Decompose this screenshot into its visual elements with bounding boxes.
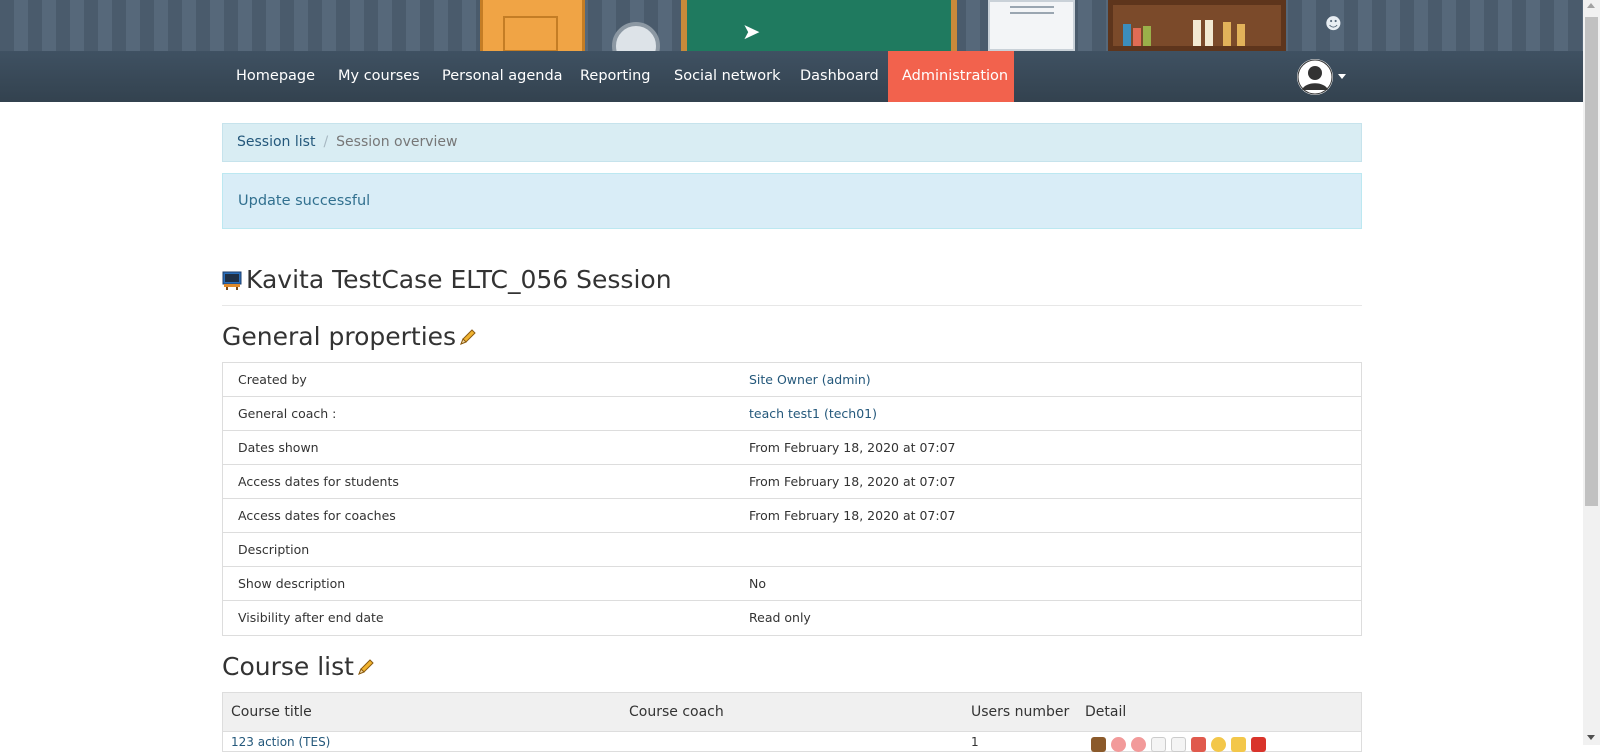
nav-my-courses[interactable]: My courses [324, 51, 434, 102]
column-header-users-number: Users number [971, 704, 1070, 720]
nav-administration[interactable]: Administration [888, 51, 1014, 102]
chalkboard-illustration: ➤ [681, 0, 957, 51]
prop-value: From February 18, 2020 at 07:07 [749, 440, 956, 455]
table-row: Created by Site Owner (admin) [223, 363, 1361, 397]
prop-label: General coach : [238, 406, 337, 421]
edit-pencil-icon[interactable] [356, 654, 376, 683]
column-header-course-coach: Course coach [629, 704, 724, 720]
prop-value: No [749, 576, 766, 591]
prop-label: Dates shown [238, 440, 319, 455]
table-row: 123 action (TES) 1 [223, 732, 1361, 752]
table-header: Course title Course coach Users number D… [223, 693, 1361, 732]
nav-reporting[interactable]: Reporting [566, 51, 665, 102]
nav-homepage[interactable]: Homepage [222, 51, 329, 102]
prop-label: Created by [238, 372, 307, 387]
users-number: 1 [971, 735, 979, 749]
column-header-course-title: Course title [231, 704, 312, 720]
bookshelf-illustration [1108, 0, 1286, 51]
success-alert: Update successful [222, 173, 1362, 229]
prop-value: From February 18, 2020 at 07:07 [749, 474, 956, 489]
table-row: General coach : teach test1 (tech01) [223, 397, 1361, 431]
course-title-link[interactable]: 123 action (TES) [231, 735, 330, 749]
paper-illustration [988, 0, 1075, 51]
course-list-heading: Course list [222, 652, 376, 683]
page-title: Kavita TestCase ELTC_056 Session [222, 265, 672, 296]
breadcrumb-separator: / [323, 134, 329, 150]
general-properties-title: General properties [222, 322, 457, 351]
edit-pencil-icon[interactable] [458, 324, 478, 353]
scroll-thumb[interactable] [1585, 17, 1598, 506]
user-mini-icon: ☻ [1325, 14, 1342, 33]
prop-label: Visibility after end date [238, 610, 384, 625]
alert-message: Update successful [238, 193, 371, 209]
prop-label: Show description [238, 576, 346, 591]
user-menu-chevron-down-icon[interactable] [1338, 74, 1346, 79]
table-row: Access dates for students From February … [223, 465, 1361, 499]
breadcrumb-current: Session overview [336, 134, 458, 150]
table-row: Show description No [223, 567, 1361, 601]
breadcrumb: Session list / Session overview [222, 123, 1362, 162]
created-by-link[interactable]: Site Owner (admin) [749, 363, 871, 397]
clock-illustration [612, 22, 660, 51]
nav-personal-agenda[interactable]: Personal agenda [428, 51, 577, 102]
general-coach-link[interactable]: teach test1 (tech01) [749, 397, 877, 431]
session-title-text: Kavita TestCase ELTC_056 Session [246, 265, 672, 294]
door-illustration [480, 0, 585, 51]
header-banner: ➤ ☻ [0, 0, 1583, 51]
prop-label: Access dates for students [238, 474, 399, 489]
course-list-title: Course list [222, 652, 354, 681]
scroll-up-arrow-icon[interactable] [1587, 3, 1595, 8]
table-row: Dates shown From February 18, 2020 at 07… [223, 431, 1361, 465]
column-header-detail: Detail [1085, 704, 1127, 720]
session-icon [222, 267, 242, 296]
title-divider [222, 305, 1362, 306]
table-row: Access dates for coaches From February 1… [223, 499, 1361, 533]
prop-label: Description [238, 542, 310, 557]
breadcrumb-session-list-link[interactable]: Session list [237, 134, 315, 150]
detail-icons [1091, 737, 1271, 755]
table-row: Visibility after end date Read only [223, 601, 1361, 635]
nav-dashboard[interactable]: Dashboard [786, 51, 893, 102]
prop-value: Read only [749, 610, 811, 625]
table-row: Description [223, 533, 1361, 567]
general-properties-table: Created by Site Owner (admin) General co… [222, 362, 1362, 636]
prop-label: Access dates for coaches [238, 508, 396, 523]
user-avatar-icon[interactable] [1297, 59, 1333, 95]
scroll-down-arrow-icon[interactable] [1587, 735, 1595, 740]
nav-social-network[interactable]: Social network [660, 51, 794, 102]
general-properties-heading: General properties [222, 322, 478, 353]
course-list-table: Course title Course coach Users number D… [222, 692, 1362, 752]
prop-value: From February 18, 2020 at 07:07 [749, 508, 956, 523]
